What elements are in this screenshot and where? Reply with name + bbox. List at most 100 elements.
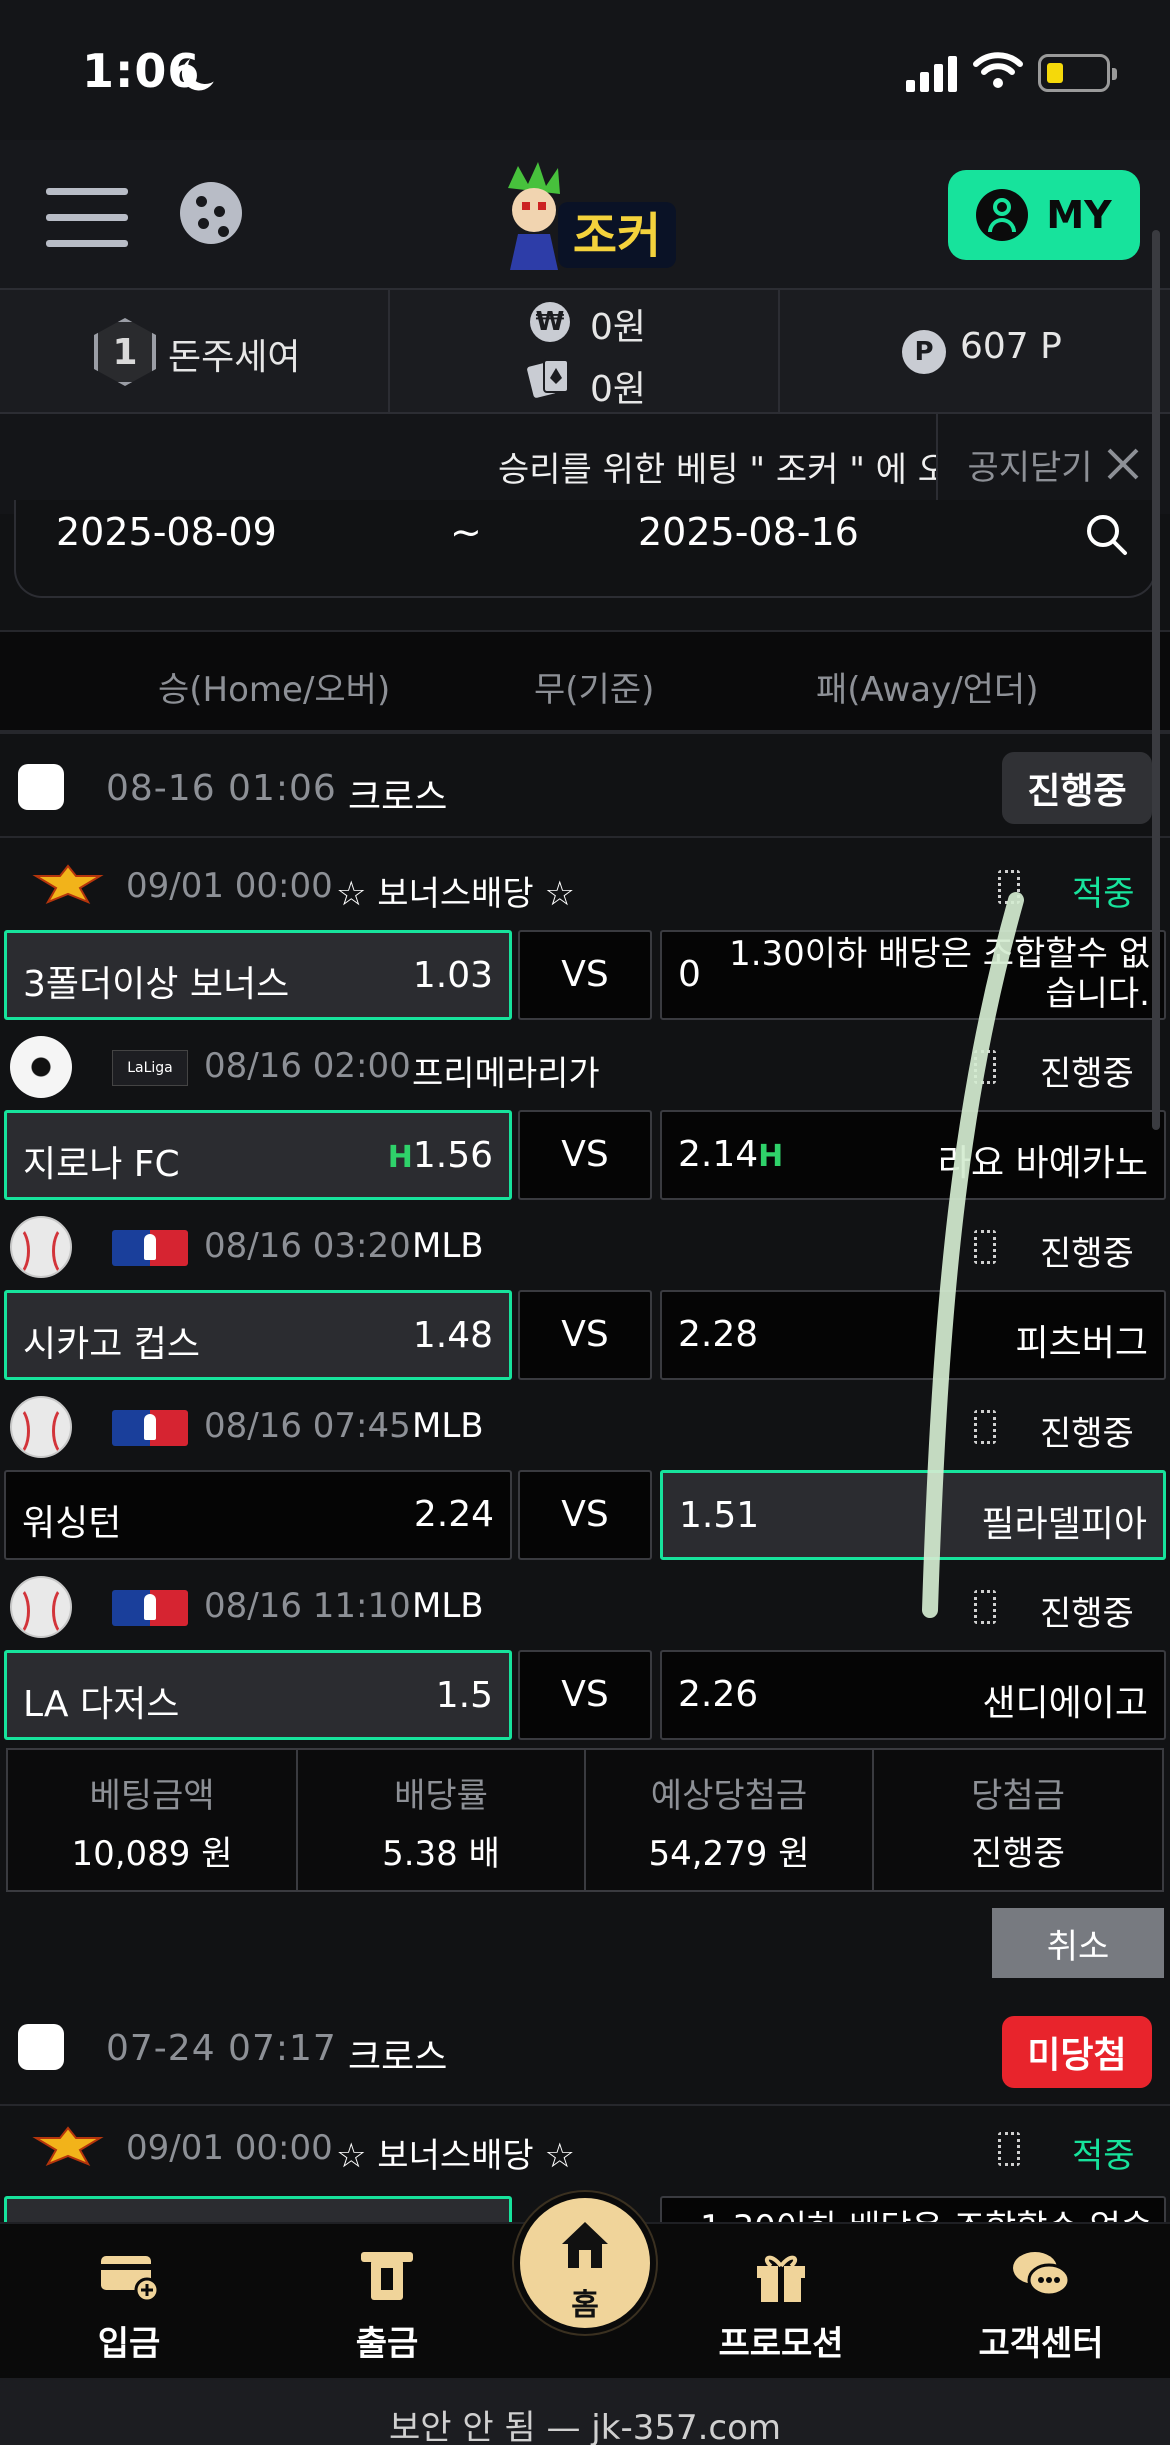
summary-payout: 당첨금 진행중 <box>874 1750 1162 1890</box>
rank-badge-icon: 1 <box>94 318 156 386</box>
casino-balance: 0원 <box>590 369 647 410</box>
search-icon[interactable] <box>1084 512 1128 556</box>
away-odd: 2.28 <box>678 1314 759 1355</box>
user-rank[interactable]: 1 돈주세여 <box>0 290 390 412</box>
home-odd: 2.24 <box>413 1494 494 1535</box>
away-odd-button[interactable]: 2.26 샌디에이고 <box>660 1650 1166 1740</box>
my-page-button[interactable]: MY <box>948 170 1140 260</box>
away-odd-button[interactable]: 1.30이하 배당은 조합할수 없습 <box>660 2196 1166 2222</box>
home-team: 워싱턴 <box>22 1503 122 1544</box>
nav-deposit[interactable]: 입금 <box>12 2224 246 2380</box>
nav-support[interactable]: 고객센터 <box>924 2224 1158 2380</box>
nav-promotion[interactable]: 프로모션 <box>664 2224 898 2380</box>
baseball-icon <box>10 1216 72 1278</box>
scrollbar[interactable] <box>1152 230 1160 1130</box>
draw-button[interactable]: VS <box>518 1650 652 1740</box>
detail-icon[interactable] <box>974 1410 996 1444</box>
game-status: 진행중 <box>1040 1414 1134 1454</box>
menu-icon[interactable] <box>46 188 128 248</box>
home-team: LA 다저스 <box>23 1684 180 1725</box>
league-name: 프리메라리가 <box>412 1054 600 1094</box>
mlb-logo-icon <box>112 1410 188 1446</box>
status-badge: 미당첨 <box>1002 2016 1152 2088</box>
detail-icon[interactable] <box>998 870 1020 904</box>
detail-icon[interactable] <box>974 1230 996 1264</box>
detail-icon[interactable] <box>974 1590 996 1624</box>
date-separator: ~ <box>450 510 482 554</box>
draw-button[interactable]: VS <box>518 930 652 1020</box>
home-odd-button[interactable]: 시카고 컵스 1.48 <box>4 1290 512 1380</box>
bet-summary: 베팅금액 10,089 원 배당률 5.38 배 예상당첨금 54,279 원 … <box>6 1748 1164 1892</box>
bet-slip-checkbox[interactable] <box>18 2024 64 2070</box>
game-status: 적중 <box>1072 2136 1135 2176</box>
cancel-bet-button[interactable]: 취소 <box>992 1908 1164 1978</box>
home-odd-button[interactable] <box>4 2196 512 2222</box>
detail-icon[interactable] <box>974 1050 996 1084</box>
nav-support-label: 고객센터 <box>978 2324 1104 2364</box>
col-draw: 무(기준) <box>534 670 655 710</box>
notice-close-label: 공지닫기 <box>967 447 1093 488</box>
date-from[interactable]: 2025-08-09 <box>56 510 277 554</box>
game-date: 08/16 03:20 <box>204 1226 411 1266</box>
bet-slip-checkbox[interactable] <box>18 764 64 810</box>
draw-button[interactable]: VS <box>518 1110 652 1200</box>
detail-icon[interactable] <box>998 2132 1020 2166</box>
vs-label: VS <box>561 1674 609 1715</box>
deposit-icon <box>101 2256 159 2303</box>
away-team: 1.30이하 배당은 조합할수 없습니다. <box>729 934 1150 1014</box>
draw-button[interactable]: VS <box>518 1470 652 1560</box>
date-to[interactable]: 2025-08-16 <box>638 510 859 554</box>
draw-button[interactable]: VS <box>518 1290 652 1380</box>
game-date: 08/16 11:10 <box>204 1586 411 1626</box>
soccer-ball-icon <box>10 1036 72 1098</box>
balance-cell: ₩ 0원 0원 <box>390 290 780 412</box>
notice-close-button[interactable]: 공지닫기 <box>936 414 1170 514</box>
points-cell[interactable]: P 607 P <box>780 290 1170 412</box>
battery-icon <box>1038 54 1117 92</box>
game-date: 09/01 00:00 <box>126 866 333 906</box>
summary-label: 배당률 <box>394 1776 488 1816</box>
nav-withdraw[interactable]: 출금 <box>270 2224 504 2380</box>
game-date: 09/01 00:00 <box>126 2128 333 2168</box>
home-odd-button[interactable]: 3폴더이상 보너스 1.03 <box>4 930 512 1020</box>
away-odd-button[interactable]: 1.51 필라델피아 <box>660 1470 1166 1560</box>
home-odd-button[interactable]: LA 다저스 1.5 <box>4 1650 512 1740</box>
close-icon <box>1107 448 1138 480</box>
summary-label: 당첨금 <box>971 1776 1065 1816</box>
game-status: 진행중 <box>1040 1594 1134 1634</box>
mlb-logo-icon <box>112 1230 188 1266</box>
vs-label: VS <box>561 1494 609 1535</box>
game-info-row: 08/16 11:10 MLB 진행중 <box>0 1566 1170 1648</box>
joker-logo[interactable]: 조커 <box>488 158 680 276</box>
away-odd-button[interactable]: 0 1.30이하 배당은 조합할수 없습니다. <box>660 930 1166 1020</box>
away-team: 피츠버그 <box>1015 1323 1148 1364</box>
away-odd-button[interactable]: 2.14H 라요 바예카노 <box>660 1110 1166 1200</box>
league-name: MLB <box>412 1586 484 1626</box>
bet-slip-header: 08-16 01:06 크로스 진행중 <box>0 732 1170 838</box>
status-badge: 진행중 <box>1002 752 1152 824</box>
wifi-icon <box>973 52 1023 88</box>
home-team: 지로나 FC <box>23 1144 180 1185</box>
away-odd-button[interactable]: 2.28 피츠버그 <box>660 1290 1166 1380</box>
summary-label: 예상당첨금 <box>650 1776 808 1816</box>
odds-column-header: 승(Home/오버) 무(기준) 패(Away/언더) <box>0 630 1170 732</box>
cookie-icon[interactable] <box>180 182 242 244</box>
user-icon <box>976 189 1029 241</box>
browser-url-bar[interactable]: 보안 안 됨 — jk-357.com <box>0 2378 1170 2445</box>
handicap-mark: H <box>387 1140 413 1175</box>
bet-slip-date: 08-16 01:06 <box>106 768 337 809</box>
app-header: 조커 MY <box>0 140 1170 288</box>
cash-balance: 0원 <box>590 307 647 348</box>
bonus-star-icon <box>32 2126 104 2166</box>
nav-promotion-label: 프로모션 <box>718 2324 844 2364</box>
nav-home-button[interactable]: 홈 <box>514 2192 656 2334</box>
away-team: 라요 바예카노 <box>937 1143 1148 1184</box>
status-time: 1:06 <box>82 44 201 98</box>
col-home: 승(Home/오버) <box>158 670 391 710</box>
home-odd-button[interactable]: 지로나 FC H1.56 <box>4 1110 512 1200</box>
point-icon: P <box>902 330 946 374</box>
handicap-mark: H <box>758 1139 784 1174</box>
home-odd-button[interactable]: 워싱턴 2.24 <box>4 1470 512 1560</box>
game-info-row: 09/01 00:00 ☆ 보너스배당 ☆ 적중 <box>0 2108 1170 2190</box>
home-odd: 1.56 <box>412 1135 493 1176</box>
